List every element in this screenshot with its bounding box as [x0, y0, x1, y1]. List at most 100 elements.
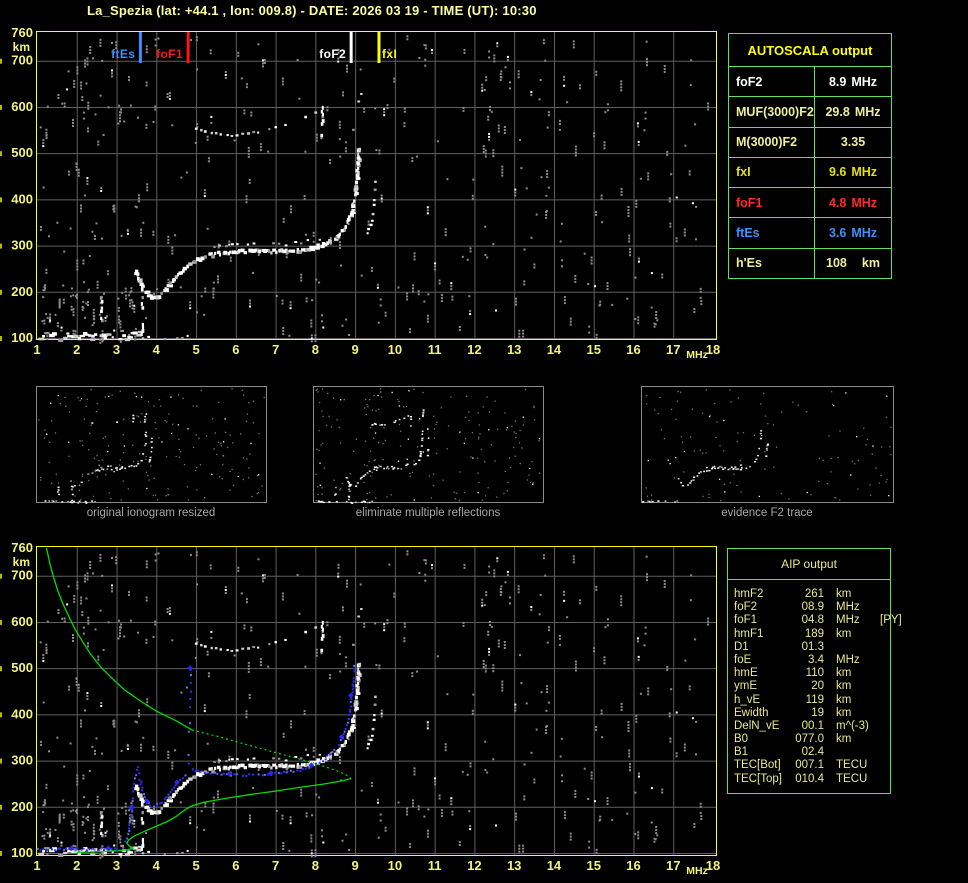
aip-cell-unit: MHz	[836, 614, 860, 627]
autoscala-row-label: foF1	[736, 195, 763, 210]
x-tick-label: 4	[153, 342, 161, 357]
aip-cell-value: 007.1	[795, 759, 824, 772]
marker-label: foF1	[156, 47, 183, 61]
y-axis-unit: km	[13, 555, 30, 569]
x-tick-label: 13	[507, 342, 521, 357]
top-ionogram: 760700600500400300200100km1 2 3 4 5 6 7 8 9 10 11 1…	[0, 25, 720, 361]
autoscala-row-foF1: foF1 4.8 MHz	[729, 187, 891, 218]
aip-cell-value: 010.4	[795, 772, 824, 785]
aip-cell-label: h_vE	[734, 693, 761, 706]
aip-row-D1: D1 01.3	[734, 641, 890, 654]
aip-row-h_vE: h_vE 119 km	[734, 694, 890, 707]
aip-row-foE: foE 3.4 MHz	[734, 654, 890, 667]
grid	[36, 546, 716, 855]
autoscala-row-M(3000)F2: M(3000)F2 3.35	[729, 126, 891, 157]
aip-cell-value: 077.0	[795, 733, 824, 746]
y-axis-unit: km	[13, 40, 30, 54]
thumbnail-caption-evidence: evidence F2 trace	[721, 507, 813, 519]
x-tick-label: 17	[666, 342, 680, 357]
y-tick-label: 760	[11, 540, 33, 555]
autoscala-row-label: h'Es	[736, 256, 762, 271]
y-tick-label: 400	[11, 706, 33, 721]
aip-cell-value: 119	[805, 693, 824, 706]
aip-cell-value: 02.4	[801, 746, 824, 759]
autoscala-row-value: 108 km	[814, 248, 891, 278]
aip-cell-label: Ewidth	[734, 706, 769, 719]
echo-trace	[38, 93, 377, 342]
aip-cell-value: 20	[811, 680, 824, 693]
x-tick-label: 6	[232, 342, 239, 357]
aip-cell-note	[880, 654, 890, 667]
aip-row-foF2: foF2 08.9 MHz	[734, 601, 890, 614]
marker-ftEs: ftEs	[111, 32, 142, 63]
x-tick-label: 2	[73, 858, 80, 873]
x-tick-label: 10	[388, 342, 402, 357]
x-tick-label: 13	[507, 858, 521, 873]
marker-fxI: fxI	[377, 32, 397, 63]
aip-cell-unit: km	[836, 706, 852, 719]
autoscala-row-fxI: fxI 9.6 MHz	[729, 156, 891, 188]
aip-cell-unit: km	[836, 693, 852, 706]
x-tick-label: 16	[626, 858, 640, 873]
y-tick-label: 700	[11, 53, 33, 68]
autoscala-table-header: AUTOSCALA output	[747, 42, 873, 58]
x-tick-label: 7	[272, 858, 279, 873]
autoscala-row-ftEs: ftEs 3.6 MHz	[729, 217, 891, 248]
x-tick-label: 10	[388, 858, 402, 873]
y-tick-label: 600	[11, 614, 33, 629]
x-tick-label: 14	[547, 858, 562, 873]
autoscala-row-value: 3.6 MHz	[814, 218, 891, 248]
autoscala-row-label: MUF(3000)F2	[736, 104, 814, 119]
aip-table-rows: hmF2 261 km foF2 08.9 MHz foF1 04.8 MHz [PY] hmF1 1…	[728, 580, 902, 786]
aip-row-hmE: hmE 110 km	[734, 667, 890, 680]
x-tick-label: 11	[428, 858, 442, 873]
aip-cell-note	[880, 641, 890, 654]
aip-cell-label: DelN_vE	[734, 719, 780, 732]
aip-cell-note	[880, 588, 890, 601]
y-tick-label: 600	[11, 99, 33, 114]
x-tick-label: 15	[586, 858, 600, 873]
aip-cell-note	[880, 720, 890, 733]
aip-cell-unit: km	[836, 680, 852, 693]
aip-cell-unit: km	[836, 588, 852, 600]
autoscala-row-label: foF2	[736, 74, 763, 89]
x-tick-label: 14	[547, 342, 562, 357]
aip-cell-unit: MHz	[836, 653, 860, 666]
x-tick-label: 8	[312, 342, 319, 357]
aip-cell-value: 110	[805, 667, 824, 680]
y-tick-label: 100	[11, 845, 33, 860]
autoscala-row-label: M(3000)F2	[736, 135, 798, 150]
y-tick-label: 760	[11, 25, 33, 40]
aip-row-TEC[Bot]: TEC[Bot] 007.1 TECU	[734, 759, 890, 772]
x-axis-unit: MHz	[686, 349, 708, 361]
aip-row-hmF2: hmF2 261 km	[734, 588, 890, 601]
marker-label: foF2	[319, 47, 346, 61]
autoscala-row-value: 3.35	[814, 127, 891, 157]
y-tick-label: 200	[11, 284, 33, 299]
x-tick-label: 5	[192, 858, 199, 873]
aip-output-table: AIP output hmF2 261 km foF2 08.9 MHz foF1 04.8 M…	[727, 548, 902, 794]
aip-row-B0: B0 077.0 km	[734, 733, 890, 746]
thumbnail-caption-original: original ionogram resized	[86, 507, 216, 519]
aip-row-ymE: ymE 20 km	[734, 680, 890, 693]
aip-cell-value: 01.3	[801, 640, 824, 653]
x-tick-label: 12	[467, 342, 481, 357]
aip-cell-unit: TECU	[836, 759, 868, 772]
aip-row-B1: B1 02.4	[734, 746, 890, 759]
x-tick-label: 16	[626, 342, 640, 357]
aip-cell-label: TEC[Bot]	[734, 759, 781, 772]
aip-cell-unit	[836, 746, 880, 759]
aip-cell-label: TEC[Top]	[734, 772, 782, 785]
x-tick-label: 2	[73, 342, 80, 357]
aip-cell-label: ymE	[734, 680, 757, 693]
thumbnail-original-ionogram	[36, 386, 267, 504]
plot-border	[36, 546, 717, 856]
aip-cell-value: 00.1	[801, 719, 824, 732]
aip-cell-label: hmF1	[734, 627, 764, 640]
autoscala-row-label: ftEs	[736, 226, 760, 241]
x-tick-label: 18	[706, 858, 720, 873]
x-tick-label: 6	[232, 858, 239, 873]
aip-cell-unit: km	[836, 667, 852, 680]
marker-label: ftEs	[111, 47, 135, 61]
autoscala-row-MUF(3000)F2: MUF(3000)F2 29.8 MHz	[729, 96, 891, 127]
